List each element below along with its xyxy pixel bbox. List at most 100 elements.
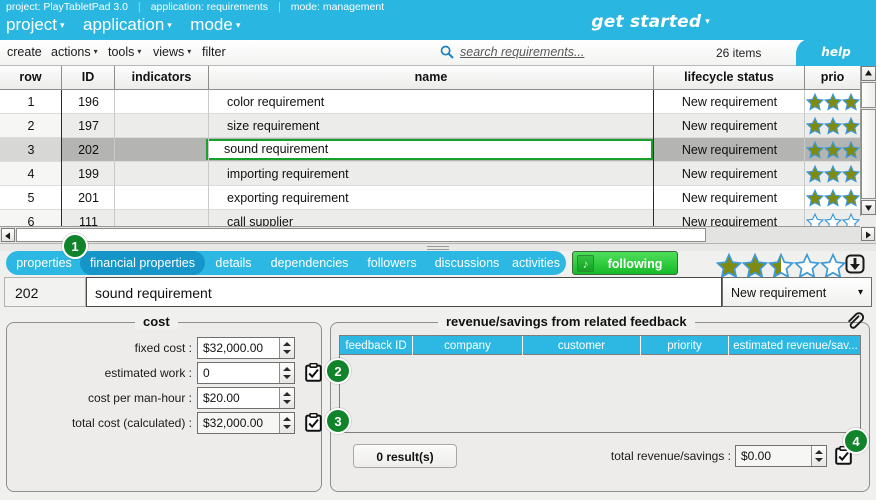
download-icon[interactable] <box>845 254 865 279</box>
cell-priority[interactable] <box>805 114 860 138</box>
record-name-input[interactable]: sound requirement <box>86 277 722 307</box>
chevron-down-icon: ▾ <box>93 47 98 56</box>
fb-column-priority[interactable]: priority <box>641 336 729 356</box>
paperclip-icon[interactable] <box>845 311 865 336</box>
item-count: 26 items <box>716 46 762 60</box>
cost-per-man-hour-input[interactable]: $20.00 <box>197 387 295 409</box>
toolbar-tools[interactable]: tools ▾ <box>108 45 141 59</box>
result-count-button[interactable]: 0 result(s) <box>353 444 457 468</box>
cell-priority[interactable] <box>805 90 860 114</box>
scroll-thumb[interactable] <box>861 109 876 199</box>
fb-column-estimated-revenue[interactable]: estimated revenue/sav... <box>729 336 862 356</box>
fb-column-feedback-id[interactable]: feedback ID <box>340 336 413 356</box>
cell-indicators <box>115 138 209 162</box>
feedback-table-body[interactable] <box>339 355 861 433</box>
tab-activities[interactable]: activities <box>505 251 567 275</box>
column-header-indicators[interactable]: indicators <box>115 66 209 89</box>
fixed-cost-value: $32,000.00 <box>203 341 264 355</box>
feedback-table-header: feedback ID company customer priority es… <box>339 335 862 356</box>
cell-indicators <box>115 90 209 114</box>
column-header-id[interactable]: ID <box>62 66 115 89</box>
chevron-down-icon: ▾ <box>167 20 172 30</box>
total-cost-input[interactable]: $32,000.00 <box>197 412 295 434</box>
get-started-menu[interactable]: get started ▾ <box>591 12 710 32</box>
menu-mode[interactable]: mode ▾ <box>190 15 240 35</box>
total-revenue-label: total revenue/savings : <box>610 449 731 463</box>
cell-name[interactable]: color requirement <box>209 90 654 114</box>
scroll-thumb-top[interactable] <box>861 82 876 108</box>
cell-name[interactable]: importing requirement <box>209 162 654 186</box>
scroll-down-button[interactable] <box>861 200 876 215</box>
grid-vertical-scrollbar[interactable] <box>860 66 876 216</box>
total-cost-label: total cost (calculated) : <box>71 416 192 430</box>
cell-priority[interactable] <box>805 162 860 186</box>
grid-divider <box>804 90 805 232</box>
tab-discussions[interactable]: discussions <box>427 251 507 275</box>
record-header: 202 sound requirement New requirement ▾ <box>0 277 876 309</box>
grid-divider <box>114 90 115 232</box>
scroll-left-button[interactable] <box>1 228 15 242</box>
stepper-buttons[interactable] <box>279 338 294 358</box>
estimated-work-label: estimated work : <box>104 366 192 380</box>
fb-column-customer[interactable]: customer <box>523 336 641 356</box>
cell-indicators <box>115 186 209 210</box>
column-header-priority[interactable]: prio <box>805 66 860 89</box>
column-header-row[interactable]: row <box>0 66 62 89</box>
chevron-down-icon: ▾ <box>187 47 192 56</box>
search-input[interactable]: search requirements... <box>434 43 684 63</box>
estimated-work-input[interactable]: 0 <box>197 362 295 384</box>
lifecycle-status-select[interactable]: New requirement ▾ <box>722 277 872 307</box>
cell-row: 3 <box>27 143 35 157</box>
column-header-lifecycle[interactable]: lifecycle status <box>654 66 805 89</box>
table-row[interactable]: 2 197 size requirement New requirement <box>0 114 876 138</box>
following-label: following <box>607 257 663 271</box>
menu-project[interactable]: project ▾ <box>6 15 65 35</box>
toolbar-create[interactable]: create <box>7 45 42 59</box>
h-scroll-thumb[interactable] <box>16 228 706 242</box>
chevron-down-icon: ▾ <box>235 20 241 30</box>
chevron-down-icon: ▾ <box>137 47 142 56</box>
stepper-buttons[interactable] <box>279 413 294 433</box>
grid-divider <box>61 90 62 232</box>
tab-details[interactable]: details <box>207 251 260 275</box>
clipboard-check-icon[interactable] <box>305 412 322 432</box>
cell-name[interactable]: exporting requirement <box>209 186 654 210</box>
toolbar-views[interactable]: views ▾ <box>153 45 191 59</box>
cell-priority[interactable] <box>805 186 860 210</box>
stepper-buttons[interactable] <box>811 446 826 466</box>
following-button[interactable]: ♪ following <box>572 251 678 275</box>
title-bar: project: PlayTabletPad 3.0 | application… <box>0 0 876 40</box>
column-header-name[interactable]: name <box>209 66 654 89</box>
help-videos-tab[interactable]: help videos▾ <box>796 38 876 87</box>
chevron-down-icon: ▾ <box>60 20 65 30</box>
tab-followers[interactable]: followers <box>357 251 427 275</box>
toolbar-actions[interactable]: actions ▾ <box>51 45 98 59</box>
cell-priority[interactable] <box>805 138 860 162</box>
cell-indicators <box>115 162 209 186</box>
fixed-cost-input[interactable]: $32,000.00 <box>197 337 295 359</box>
table-row[interactable]: 4 199 importing requirement New requirement <box>0 162 876 186</box>
stepper-buttons[interactable] <box>279 388 294 408</box>
grid-horizontal-scrollbar[interactable] <box>0 226 860 243</box>
main-menu: project ▾ application ▾ mode ▾ <box>6 15 254 35</box>
fb-column-company[interactable]: company <box>413 336 523 356</box>
inline-edit-box[interactable]: sound requirement <box>206 139 653 160</box>
cell-name[interactable]: size requirement <box>209 114 654 138</box>
cell-id: 197 <box>78 119 99 133</box>
scroll-up-button[interactable] <box>861 66 876 81</box>
cell-id: 199 <box>78 167 99 181</box>
clipboard-check-icon[interactable] <box>305 362 322 382</box>
toolbar-filter[interactable]: filter <box>202 45 226 59</box>
total-revenue-input[interactable]: $0.00 <box>735 445 827 467</box>
detail-tabstrip: properties financial properties details … <box>0 251 876 279</box>
search-placeholder: search requirements... <box>460 45 585 59</box>
tab-dependencies[interactable]: dependencies <box>262 251 357 275</box>
table-row[interactable]: 5 201 exporting requirement New requirement <box>0 186 876 210</box>
stepper-buttons[interactable] <box>279 363 294 383</box>
table-row[interactable]: 3 202 New requirement sound requirement <box>0 138 876 162</box>
table-row[interactable]: 1 196 color requirement New requirement <box>0 90 876 114</box>
tab-financial-properties[interactable]: financial properties <box>80 251 205 275</box>
menu-application[interactable]: application ▾ <box>83 15 172 35</box>
panel-rule <box>25 322 135 323</box>
scroll-right-button[interactable] <box>861 227 875 241</box>
